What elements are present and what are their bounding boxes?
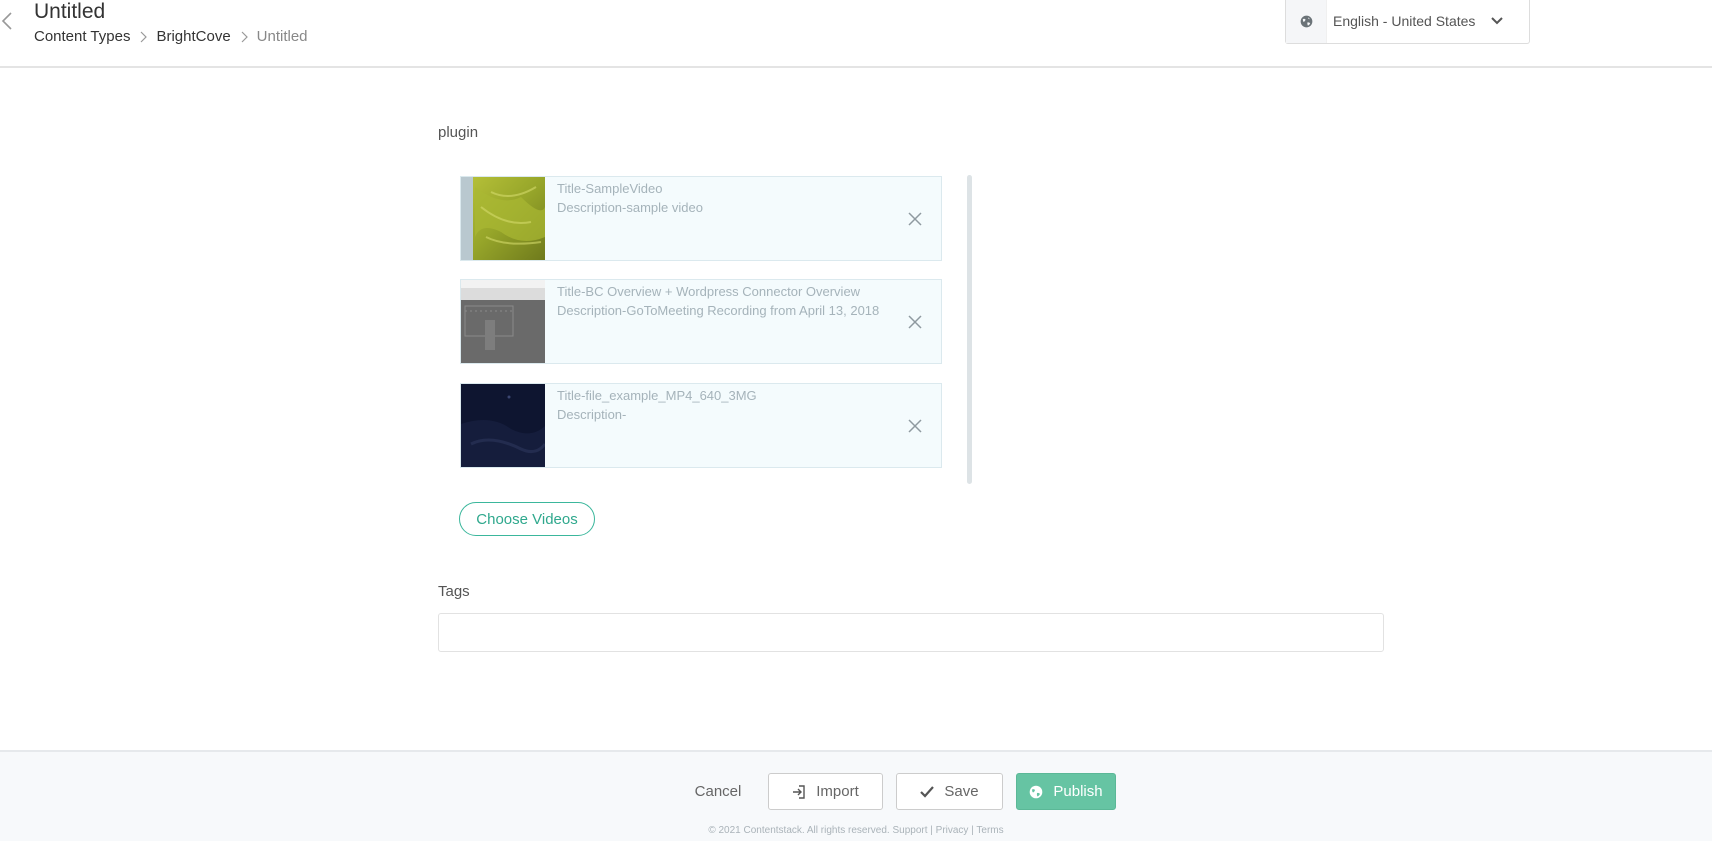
remove-video-icon[interactable] bbox=[908, 419, 922, 433]
plugin-video-list: Title-SampleVideo Description-sample vid… bbox=[459, 175, 972, 485]
entry-header: Untitled Content Types BrightCove Untitl… bbox=[0, 0, 1712, 68]
remove-video-icon[interactable] bbox=[908, 212, 922, 226]
video-description: Description-GoToMeeting Recording from A… bbox=[557, 303, 880, 318]
import-button[interactable]: Import bbox=[768, 773, 883, 810]
choose-videos-button[interactable]: Choose Videos bbox=[459, 502, 595, 536]
page-title: Untitled bbox=[34, 0, 106, 23]
chevron-right-icon bbox=[241, 31, 248, 43]
plugin-field-label: plugin bbox=[438, 124, 479, 141]
tags-input[interactable] bbox=[438, 613, 1384, 652]
save-button[interactable]: Save bbox=[896, 773, 1003, 810]
publish-button[interactable]: Publish bbox=[1016, 773, 1116, 810]
globe-icon bbox=[1286, 0, 1327, 43]
breadcrumb-brightcove[interactable]: BrightCove bbox=[156, 27, 230, 47]
video-thumbnail bbox=[461, 384, 545, 467]
cancel-label: Cancel bbox=[694, 783, 742, 800]
language-label: English - United States bbox=[1333, 13, 1476, 29]
chevron-down-icon bbox=[1491, 17, 1503, 25]
video-card: Title-SampleVideo Description-sample vid… bbox=[460, 176, 942, 261]
action-footer: Cancel Import Save Publish © 2021 Conten… bbox=[0, 750, 1712, 841]
scrollbar[interactable] bbox=[967, 175, 972, 484]
remove-video-icon[interactable] bbox=[908, 315, 922, 329]
video-card: Title-file_example_MP4_640_3MG Descripti… bbox=[460, 383, 942, 468]
tags-field-label: Tags bbox=[438, 583, 470, 600]
breadcrumb-current: Untitled bbox=[256, 28, 308, 45]
video-thumbnail bbox=[461, 177, 545, 260]
video-description: Description-sample video bbox=[557, 200, 703, 215]
publish-label: Publish bbox=[1053, 783, 1103, 800]
back-arrow-icon[interactable] bbox=[0, 10, 14, 32]
save-label: Save bbox=[944, 783, 979, 800]
video-title: Title-SampleVideo bbox=[557, 181, 663, 196]
import-icon bbox=[793, 784, 805, 799]
video-title: Title-file_example_MP4_640_3MG bbox=[557, 388, 757, 403]
video-thumbnail bbox=[461, 280, 545, 363]
language-selector[interactable]: English - United States bbox=[1285, 0, 1530, 44]
breadcrumb: Content Types BrightCove Untitled bbox=[34, 27, 308, 47]
video-card: Title-BC Overview + Wordpress Connector … bbox=[460, 279, 942, 364]
cancel-button[interactable]: Cancel bbox=[682, 773, 754, 810]
video-description: Description- bbox=[557, 407, 627, 422]
checkmark-icon bbox=[920, 785, 935, 798]
video-title: Title-BC Overview + Wordpress Connector … bbox=[557, 284, 861, 299]
chevron-right-icon bbox=[141, 31, 148, 43]
copyright-text: © 2021 Contentstack. All rights reserved… bbox=[708, 825, 1004, 836]
globe-icon bbox=[1030, 785, 1043, 798]
import-label: Import bbox=[816, 783, 859, 800]
breadcrumb-content-types[interactable]: Content Types bbox=[34, 27, 130, 47]
